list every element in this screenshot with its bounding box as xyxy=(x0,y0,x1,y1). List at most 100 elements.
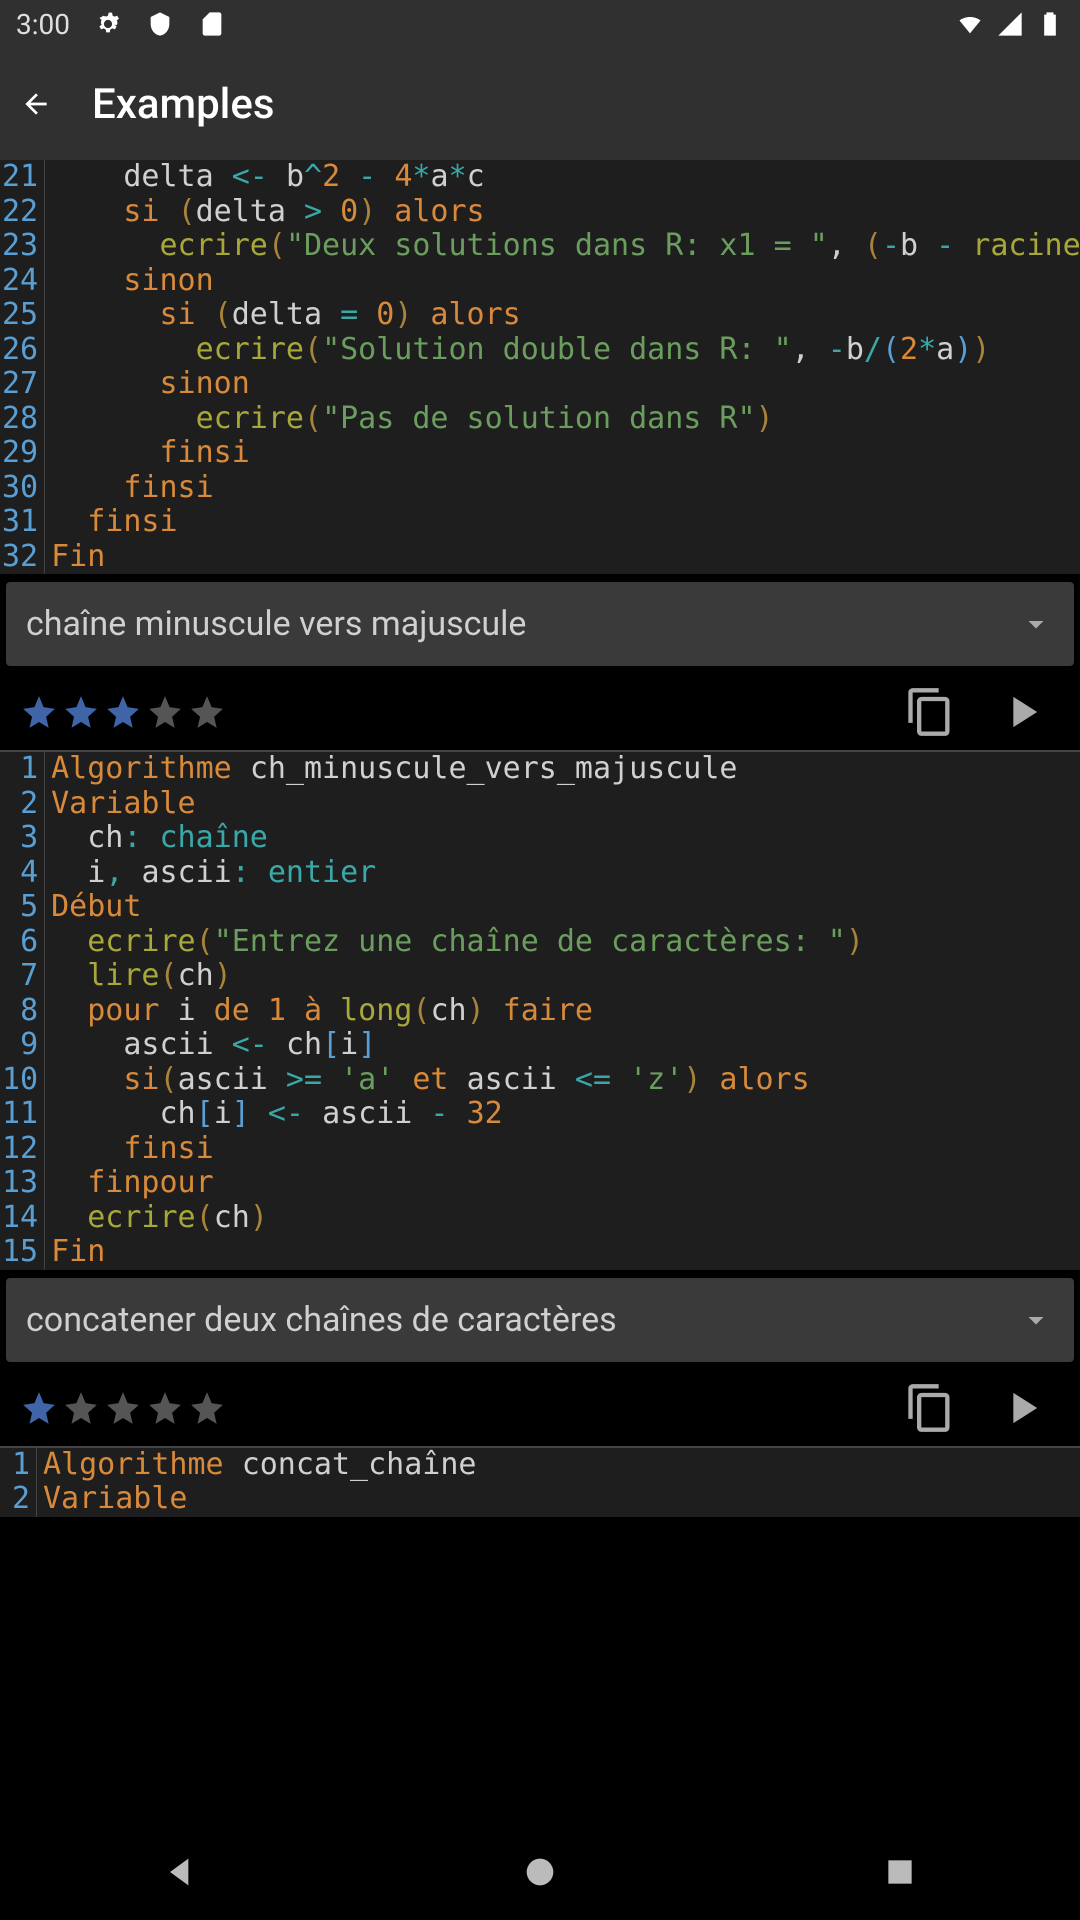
star-icon[interactable] xyxy=(104,1389,142,1427)
example-header-minuscule[interactable]: chaîne minuscule vers majuscule xyxy=(6,582,1074,666)
example-header-concatener[interactable]: concatener deux chaînes de caractères xyxy=(6,1278,1074,1362)
line-number: 32 xyxy=(2,540,38,575)
rating-row-0 xyxy=(0,674,1080,750)
code-lines: delta <- b^2 - 4*a*c si (delta > 0) alor… xyxy=(45,160,1080,574)
app-bar: Examples xyxy=(0,48,1080,160)
code-line: Fin xyxy=(51,540,1080,575)
nav-bar xyxy=(0,1824,1080,1920)
copy-button[interactable] xyxy=(904,686,956,738)
star-icon[interactable] xyxy=(146,1389,184,1427)
line-number: 13 xyxy=(2,1166,38,1201)
shield-icon xyxy=(146,10,174,38)
line-number: 8 xyxy=(2,994,38,1029)
line-number: 21 xyxy=(2,160,38,195)
code-line: i, ascii: entier xyxy=(51,856,1080,891)
line-number: 30 xyxy=(2,471,38,506)
code-line: ecrire("Pas de solution dans R") xyxy=(51,402,1080,437)
code-block-1: 123456789101112131415 Algorithme ch_minu… xyxy=(0,752,1080,1270)
line-number: 29 xyxy=(2,436,38,471)
code-line: si (delta = 0) alors xyxy=(51,298,1080,333)
line-gutter: 123456789101112131415 xyxy=(0,752,45,1270)
line-number: 9 xyxy=(2,1028,38,1063)
play-button[interactable] xyxy=(996,686,1048,738)
sd-card-icon xyxy=(198,10,226,38)
code-line: lire(ch) xyxy=(51,959,1080,994)
code-line: delta <- b^2 - 4*a*c xyxy=(51,160,1080,195)
status-time: 3:00 xyxy=(16,8,70,41)
code-line: ch: chaîne xyxy=(51,821,1080,856)
line-number: 31 xyxy=(2,505,38,540)
code-block-0: 212223242526272829303132 delta <- b^2 - … xyxy=(0,160,1080,574)
code-line: Algorithme concat_chaîne xyxy=(43,1448,1080,1483)
line-number: 27 xyxy=(2,367,38,402)
line-number: 2 xyxy=(2,787,38,822)
code-block-2: 12 Algorithme concat_chaîneVariable xyxy=(0,1448,1080,1517)
content-area[interactable]: 212223242526272829303132 delta <- b^2 - … xyxy=(0,160,1080,1824)
chevron-down-icon xyxy=(1018,606,1054,642)
copy-button[interactable] xyxy=(904,1382,956,1434)
rating-row-1 xyxy=(0,1370,1080,1446)
code-line: ecrire("Entrez une chaîne de caractères:… xyxy=(51,925,1080,960)
code-line: finsi xyxy=(51,505,1080,540)
star-icon[interactable] xyxy=(188,1389,226,1427)
star-icon[interactable] xyxy=(188,693,226,731)
line-number: 23 xyxy=(2,229,38,264)
line-number: 14 xyxy=(2,1201,38,1236)
line-number: 25 xyxy=(2,298,38,333)
star-icon[interactable] xyxy=(104,693,142,731)
play-button[interactable] xyxy=(996,1382,1048,1434)
code-line: finsi xyxy=(51,1132,1080,1167)
star-icon[interactable] xyxy=(146,693,184,731)
signal-icon xyxy=(996,10,1024,38)
code-line: ascii <- ch[i] xyxy=(51,1028,1080,1063)
back-button[interactable] xyxy=(20,88,52,120)
star-icon[interactable] xyxy=(62,1389,100,1427)
line-number: 3 xyxy=(2,821,38,856)
code-line: finsi xyxy=(51,471,1080,506)
line-number: 15 xyxy=(2,1235,38,1270)
code-line: Variable xyxy=(43,1482,1080,1517)
line-number: 2 xyxy=(2,1482,30,1517)
line-number: 28 xyxy=(2,402,38,437)
line-number: 11 xyxy=(2,1097,38,1132)
page-title: Examples xyxy=(92,80,275,129)
example-title: chaîne minuscule vers majuscule xyxy=(26,604,526,644)
code-line: sinon xyxy=(51,367,1080,402)
line-number: 22 xyxy=(2,195,38,230)
line-number: 5 xyxy=(2,890,38,925)
code-line: pour i de 1 à long(ch) faire xyxy=(51,994,1080,1029)
settings-icon xyxy=(94,10,122,38)
line-number: 7 xyxy=(2,959,38,994)
line-number: 4 xyxy=(2,856,38,891)
code-line: finsi xyxy=(51,436,1080,471)
battery-icon xyxy=(1036,10,1064,38)
code-lines: Algorithme concat_chaîneVariable xyxy=(37,1448,1080,1517)
nav-recent-button[interactable] xyxy=(880,1852,920,1892)
example-title: concatener deux chaînes de caractères xyxy=(26,1300,617,1340)
code-line: si (delta > 0) alors xyxy=(51,195,1080,230)
line-number: 12 xyxy=(2,1132,38,1167)
line-number: 24 xyxy=(2,264,38,299)
wifi-icon xyxy=(956,10,984,38)
star-icon[interactable] xyxy=(20,1389,58,1427)
line-number: 10 xyxy=(2,1063,38,1098)
star-icon[interactable] xyxy=(20,693,58,731)
code-line: si(ascii >= 'a' et ascii <= 'z') alors xyxy=(51,1063,1080,1098)
code-line: Variable xyxy=(51,787,1080,822)
code-line: ecrire(ch) xyxy=(51,1201,1080,1236)
line-gutter: 212223242526272829303132 xyxy=(0,160,45,574)
status-bar: 3:00 xyxy=(0,0,1080,48)
code-line: ecrire("Deux solutions dans R: x1 = ", (… xyxy=(51,229,1080,264)
nav-home-button[interactable] xyxy=(520,1852,560,1892)
code-lines: Algorithme ch_minuscule_vers_majusculeVa… xyxy=(45,752,1080,1270)
line-number: 26 xyxy=(2,333,38,368)
line-gutter: 12 xyxy=(0,1448,37,1517)
nav-back-button[interactable] xyxy=(160,1852,200,1892)
code-line: Algorithme ch_minuscule_vers_majuscule xyxy=(51,752,1080,787)
line-number: 1 xyxy=(2,1448,30,1483)
chevron-down-icon xyxy=(1018,1302,1054,1338)
code-line: ecrire("Solution double dans R: ", -b/(2… xyxy=(51,333,1080,368)
star-icon[interactable] xyxy=(62,693,100,731)
code-line: Fin xyxy=(51,1235,1080,1270)
code-line: Début xyxy=(51,890,1080,925)
